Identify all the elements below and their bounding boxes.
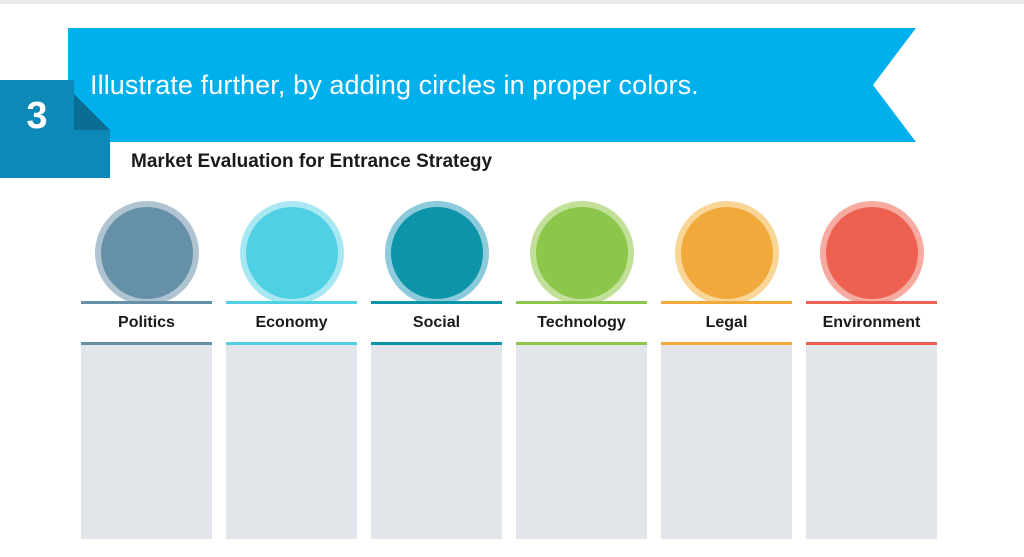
label-environment: Environment <box>806 304 937 342</box>
circle-technology[interactable] <box>535 207 628 299</box>
panel-technology[interactable] <box>516 345 647 539</box>
top-edge-strip <box>0 0 1024 4</box>
step-badge <box>0 80 110 178</box>
slide-subtitle: Market Evaluation for Entrance Strategy <box>131 151 493 172</box>
label-technology: Technology <box>516 304 647 342</box>
column-environment[interactable]: Environment <box>806 205 937 539</box>
column-technology[interactable]: Technology <box>516 205 647 539</box>
label-politics: Politics <box>81 304 212 342</box>
column-social[interactable]: Social <box>371 205 502 539</box>
circle-economy[interactable] <box>245 207 338 299</box>
circle-social[interactable] <box>390 207 483 299</box>
panel-legal[interactable] <box>661 345 792 539</box>
circle-environment[interactable] <box>825 207 918 299</box>
circle-social-wrap <box>371 205 502 301</box>
circle-technology-wrap <box>516 205 647 301</box>
panel-environment[interactable] <box>806 345 937 539</box>
label-economy: Economy <box>226 304 357 342</box>
panel-social[interactable] <box>371 345 502 539</box>
circle-environment-wrap <box>806 205 937 301</box>
column-legal[interactable]: Legal <box>661 205 792 539</box>
slide-canvas: Illustrate further, by adding circles in… <box>0 0 1024 557</box>
circle-politics[interactable] <box>100 207 193 299</box>
column-economy[interactable]: Economy <box>226 205 357 539</box>
circle-legal-wrap <box>661 205 792 301</box>
column-politics[interactable]: Politics <box>81 205 212 539</box>
circle-legal[interactable] <box>680 207 773 299</box>
label-social: Social <box>371 304 502 342</box>
panel-economy[interactable] <box>226 345 357 539</box>
instruction-ribbon: Illustrate further, by adding circles in… <box>68 28 916 142</box>
circle-economy-wrap <box>226 205 357 301</box>
circle-politics-wrap <box>81 205 212 301</box>
badge-shape <box>0 80 110 178</box>
panel-politics[interactable] <box>81 345 212 539</box>
instruction-text: Illustrate further, by adding circles in… <box>90 69 699 100</box>
pestle-columns: Politics Economy Social Technology Legal… <box>81 205 946 539</box>
label-legal: Legal <box>661 304 792 342</box>
